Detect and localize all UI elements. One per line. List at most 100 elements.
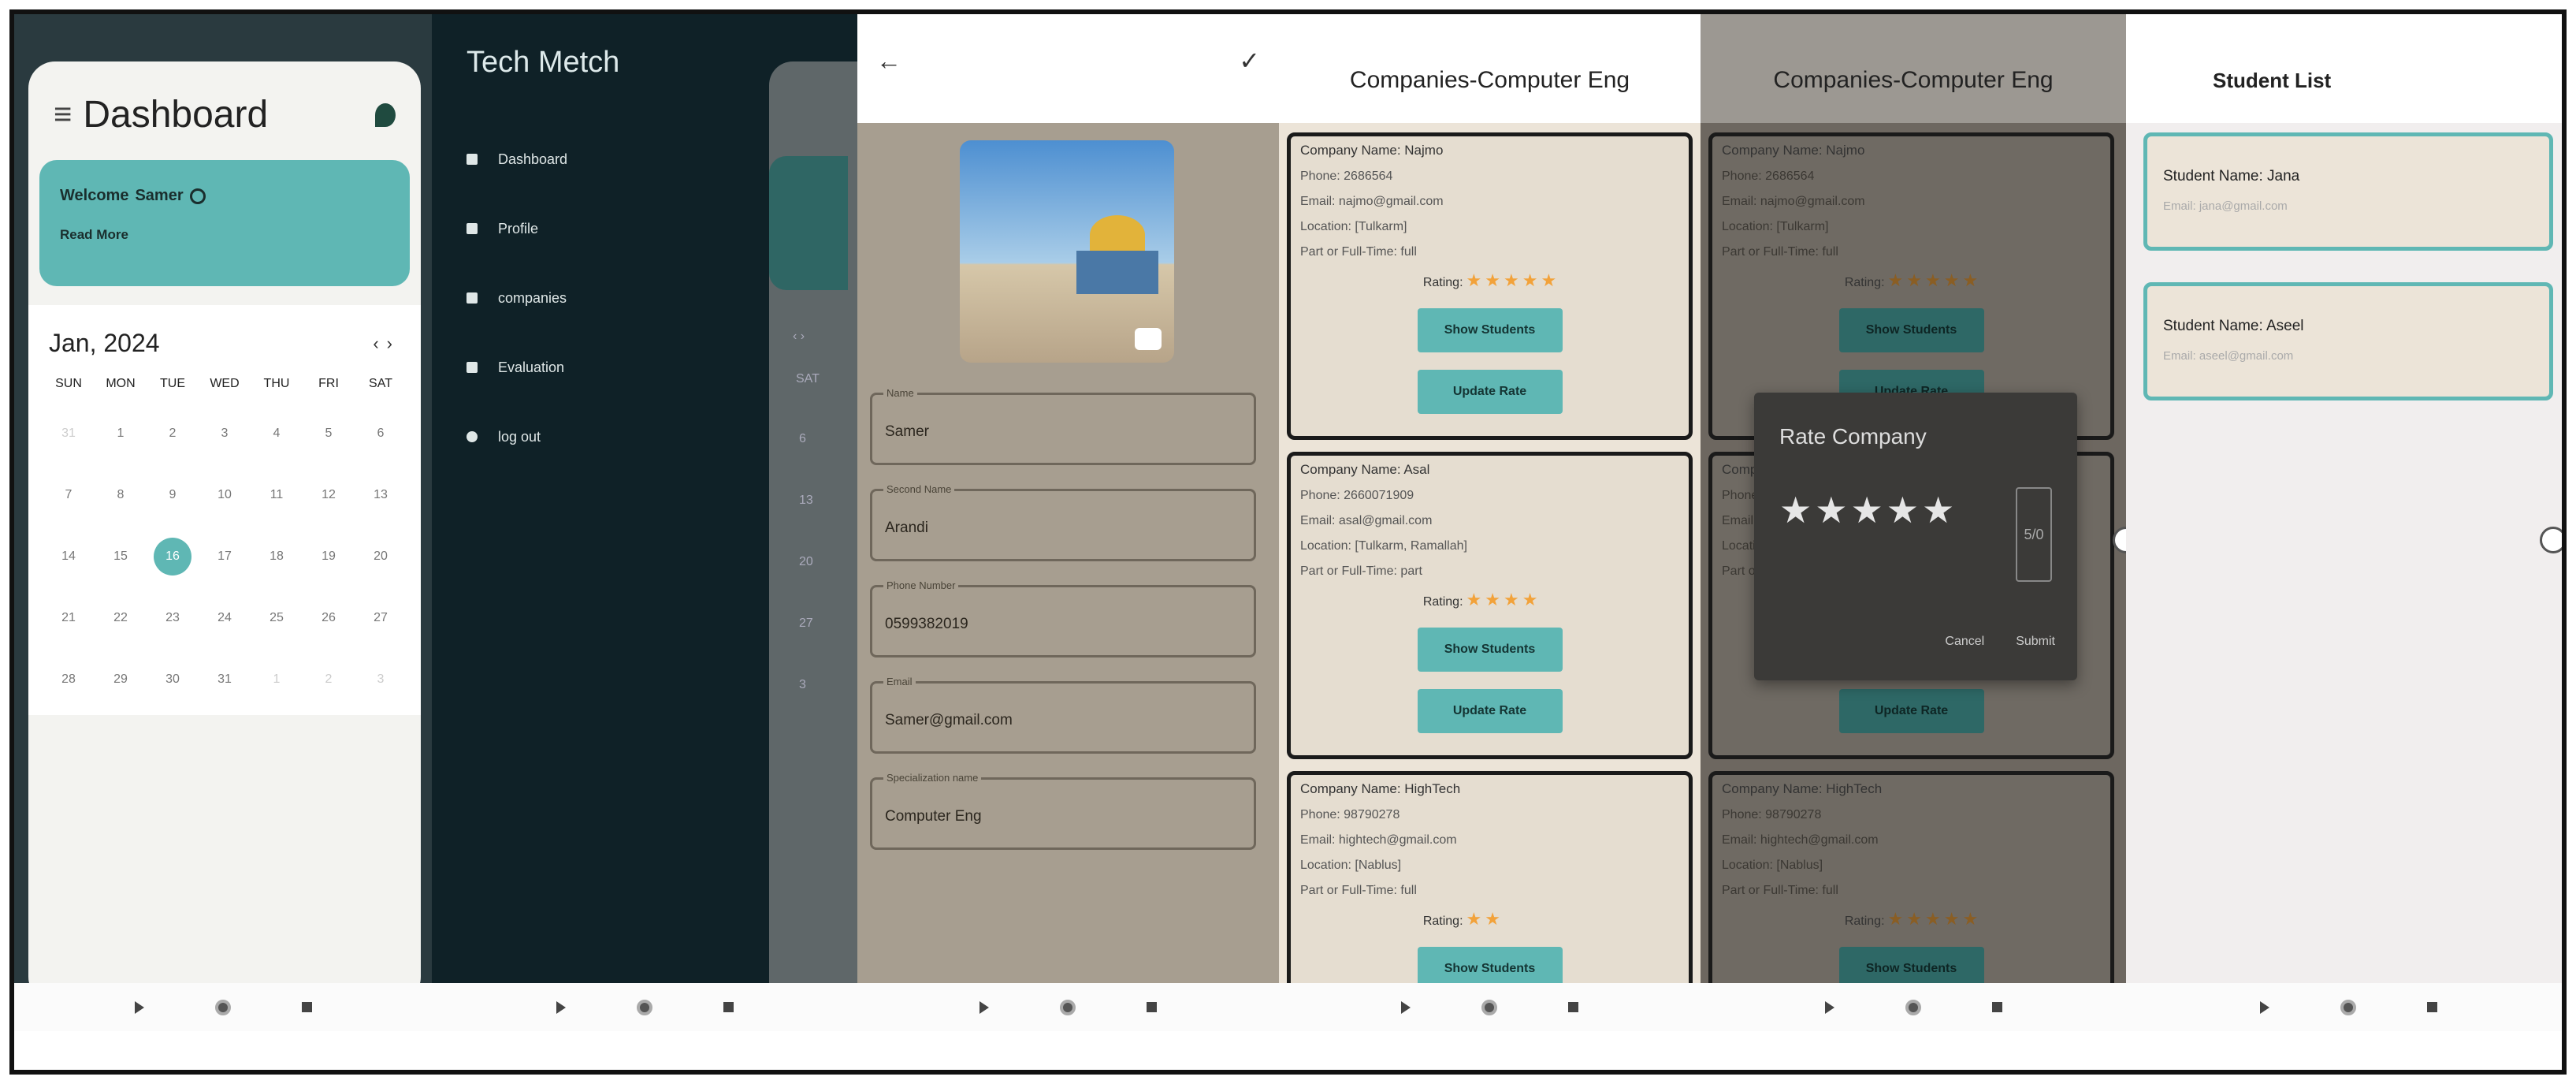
- drawer-item-label: companies: [498, 289, 567, 306]
- calendar-day[interactable]: 28: [43, 661, 95, 698]
- check-icon[interactable]: ✓: [1239, 46, 1260, 76]
- calendar-day[interactable]: 7: [43, 476, 95, 514]
- calendar-day[interactable]: 31: [199, 661, 251, 698]
- calendar-day[interactable]: 2: [303, 661, 355, 698]
- calendar-nav[interactable]: ‹›: [373, 333, 400, 354]
- camera-icon[interactable]: [1135, 328, 1162, 350]
- calendar-day[interactable]: 15: [95, 538, 147, 576]
- calendar-day[interactable]: 31: [43, 415, 95, 453]
- nav-back-icon[interactable]: [1401, 1000, 1411, 1014]
- calendar-day[interactable]: 13: [355, 476, 407, 514]
- calendar-day[interactable]: 21: [43, 599, 95, 637]
- calendar-day[interactable]: 10: [199, 476, 251, 514]
- nav-recent-icon[interactable]: [1991, 1002, 2002, 1012]
- show-students-button[interactable]: Show Students: [1838, 308, 1984, 352]
- calendar-day[interactable]: 29: [95, 661, 147, 698]
- student-card[interactable]: Student Name: Jana Email: jana@gmail.com: [2143, 132, 2553, 251]
- calendar-day[interactable]: 3: [355, 661, 407, 698]
- arrow-left-icon[interactable]: ←: [876, 47, 901, 76]
- cancel-button[interactable]: Cancel: [1945, 635, 1984, 649]
- star-icon: ★: [1943, 909, 1960, 929]
- calendar-day[interactable]: 18: [251, 538, 303, 576]
- profile-photo[interactable]: [960, 140, 1174, 363]
- nav-recent-icon[interactable]: [301, 1002, 312, 1012]
- show-students-button[interactable]: Show Students: [1417, 628, 1563, 672]
- nav-back-icon[interactable]: [556, 1000, 566, 1014]
- calendar-day[interactable]: 12: [303, 476, 355, 514]
- calendar-day[interactable]: 8: [95, 476, 147, 514]
- calendar-day[interactable]: 19: [303, 538, 355, 576]
- nav-recent-icon[interactable]: [2427, 1002, 2437, 1012]
- submit-button[interactable]: Submit: [2016, 635, 2055, 649]
- show-students-button[interactable]: Show Students: [1417, 308, 1563, 352]
- nav-recent-icon[interactable]: [723, 1002, 734, 1012]
- welcome-card: Welcome Samer Read More: [39, 160, 410, 286]
- calendar-day[interactable]: 3: [199, 415, 251, 453]
- rating-label: Rating:: [1844, 915, 1885, 928]
- nav-recent-icon[interactable]: [1147, 1002, 1157, 1012]
- rating-counter[interactable]: 5/0: [2016, 487, 2052, 582]
- calendar-day[interactable]: 1: [251, 661, 303, 698]
- calendar-day[interactable]: 23: [147, 599, 199, 637]
- calendar-day[interactable]: 14: [43, 538, 95, 576]
- star-icon[interactable]: ★: [1886, 490, 1922, 531]
- profile-field-specialization-name[interactable]: Specialization name Computer Eng: [870, 772, 1256, 850]
- calendar-day-number: 24: [217, 611, 232, 624]
- chevron-left-icon[interactable]: ‹: [373, 333, 386, 353]
- nav-back-icon[interactable]: [1824, 1000, 1834, 1014]
- drawer-item-companies[interactable]: companies: [467, 263, 567, 333]
- calendar-day[interactable]: 6: [355, 415, 407, 453]
- calendar-day[interactable]: 27: [355, 599, 407, 637]
- star-icon[interactable]: ★: [1779, 490, 1815, 531]
- calendar-day[interactable]: 5: [303, 415, 355, 453]
- calendar-day[interactable]: 1: [95, 415, 147, 453]
- calendar-day-number: 27: [374, 611, 388, 624]
- drawer-item-dashboard[interactable]: Dashboard: [467, 125, 567, 194]
- star-icon[interactable]: ★: [1815, 490, 1850, 531]
- drawer-item-profile[interactable]: Profile: [467, 194, 567, 263]
- student-card[interactable]: Student Name: Aseel Email: aseel@gmail.co…: [2143, 282, 2553, 400]
- calendar-day[interactable]: 22: [95, 599, 147, 637]
- menu-icon[interactable]: ≡: [54, 97, 72, 132]
- nav-home-icon[interactable]: [636, 999, 652, 1015]
- nav-home-icon[interactable]: [1060, 999, 1076, 1015]
- companies-screen: Companies-Computer Eng Company Name: Naj…: [1279, 14, 1701, 1031]
- nav-home-icon[interactable]: [1905, 999, 1921, 1015]
- read-more-link[interactable]: Read More: [60, 227, 389, 243]
- calendar-day[interactable]: 26: [303, 599, 355, 637]
- drawer-item-evaluation[interactable]: Evaluation: [467, 333, 567, 402]
- nav-recent-icon[interactable]: [1568, 1002, 1578, 1012]
- profile-field-email[interactable]: Email Samer@gmail.com: [870, 676, 1256, 754]
- calendar-day[interactable]: 25: [251, 599, 303, 637]
- profile-field-name[interactable]: Name Samer: [870, 387, 1256, 465]
- profile-field-phone-number[interactable]: Phone Number 0599382019: [870, 579, 1256, 657]
- calendar-day-number: 31: [61, 427, 76, 440]
- nav-home-icon[interactable]: [214, 999, 231, 1015]
- calendar-day[interactable]: 20: [355, 538, 407, 576]
- calendar-day[interactable]: 2: [147, 415, 199, 453]
- update-rate-button[interactable]: Update Rate: [1417, 689, 1563, 733]
- nav-home-icon[interactable]: [1481, 999, 1497, 1015]
- calendar-day[interactable]: 16: [147, 538, 199, 576]
- resize-handle[interactable]: [2540, 527, 2562, 553]
- rating-stars[interactable]: ★★★★★: [1779, 489, 2052, 531]
- star-icon[interactable]: ★: [1922, 490, 1957, 531]
- nav-back-icon[interactable]: [134, 1000, 144, 1014]
- calendar-day[interactable]: 24: [199, 599, 251, 637]
- drawer-item-log-out[interactable]: log out: [467, 402, 567, 471]
- company-type: Part or Full-Time: full: [1722, 884, 1838, 897]
- calendar-day[interactable]: 9: [147, 476, 199, 514]
- nav-back-icon[interactable]: [979, 1000, 989, 1014]
- star-icon[interactable]: ★: [1851, 490, 1886, 531]
- nav-home-icon[interactable]: [2340, 999, 2356, 1015]
- calendar-day[interactable]: 11: [251, 476, 303, 514]
- update-rate-button[interactable]: Update Rate: [1417, 370, 1563, 414]
- profile-field-second-name[interactable]: Second Name Arandi: [870, 483, 1256, 561]
- update-rate-button[interactable]: Update Rate: [1838, 689, 1984, 733]
- calendar-day[interactable]: 17: [199, 538, 251, 576]
- calendar-day[interactable]: 30: [147, 661, 199, 698]
- company-type: Part or Full-Time: full: [1300, 245, 1417, 259]
- chevron-right-icon[interactable]: ›: [387, 333, 400, 353]
- calendar-day[interactable]: 4: [251, 415, 303, 453]
- nav-back-icon[interactable]: [2260, 1000, 2269, 1014]
